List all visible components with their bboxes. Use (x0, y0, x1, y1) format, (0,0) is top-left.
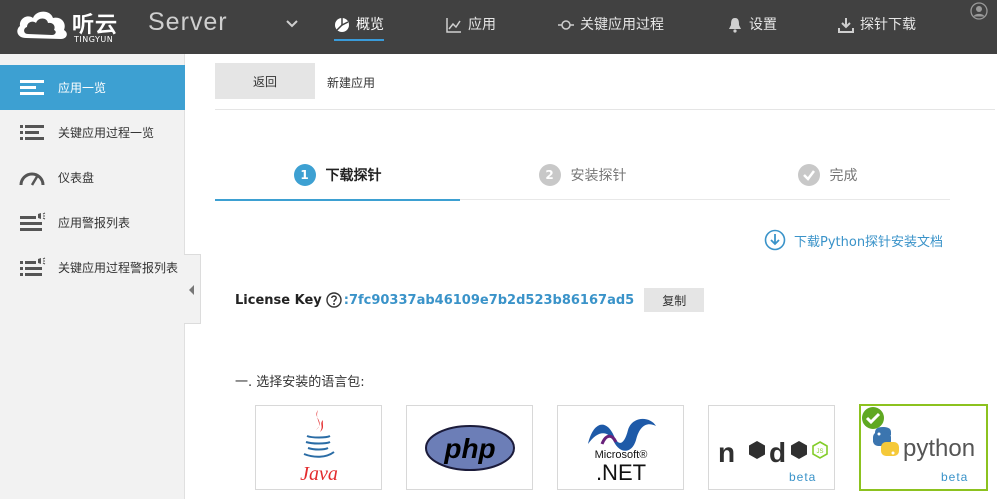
sidebar-item-key-transactions[interactable]: 关键应用过程一览 (0, 110, 185, 155)
svg-text:Java: Java (300, 463, 338, 485)
nav-overview[interactable]: 概览 (334, 15, 384, 41)
download-circle-icon (764, 229, 786, 251)
step-label: 下载探针 (325, 168, 382, 184)
sidebar-item-key-transaction-alerts[interactable]: 关键应用过程警报列表 (0, 245, 185, 290)
step-download-agent[interactable]: 1 下载探针 (215, 150, 460, 201)
sidebar-item-app-alerts[interactable]: 应用警报列表 (0, 200, 185, 245)
step-install-agent[interactable]: 2 安装探针 (460, 150, 705, 200)
page-title: 新建应用 (327, 76, 376, 90)
beta-badge: beta (789, 470, 817, 484)
nav-applications-label: 应用 (468, 17, 496, 33)
gauge-icon (19, 172, 45, 186)
step-number: 2 (538, 164, 561, 186)
nav-agent-download-label: 探针下载 (860, 17, 916, 33)
nav-key-transactions-label: 关键应用过程 (580, 17, 664, 33)
nav-agent-download[interactable]: 探针下载 (838, 15, 916, 41)
license-key-value: 7fc90337ab46109e7b2d523b86167ad5 (348, 292, 635, 308)
bell-icon (729, 18, 741, 33)
list-icon (20, 124, 44, 140)
cloud-logo-icon (17, 11, 67, 39)
chevron-left-icon (189, 285, 194, 295)
key-transaction-icon (558, 20, 574, 30)
overview-icon (335, 18, 349, 32)
language-option-python[interactable]: python beta (860, 405, 987, 490)
top-navbar: 听云 TINGYUN Server 概览 应用 关键应用过程 设置 探针下载 (0, 0, 997, 54)
license-key-label: License Key (235, 292, 322, 308)
sidebar-item-label: 仪表盘 (58, 171, 95, 185)
chart-icon (446, 18, 461, 33)
sidebar-item-label: 关键应用过程警报列表 (58, 261, 179, 275)
chevron-down-icon[interactable] (285, 19, 299, 29)
nav-settings-label: 设置 (749, 17, 777, 33)
step-label: 完成 (829, 168, 858, 184)
svg-text:php: php (443, 433, 495, 464)
nav-applications[interactable]: 应用 (446, 15, 496, 41)
page-toolbar: 返回 新建应用 (215, 63, 995, 110)
sidebar-collapse-toggle[interactable] (184, 254, 201, 324)
license-key-row: License Key : 7fc90337ab46109e7b2d523b86… (235, 288, 705, 312)
dotnet-logo-icon: Microsoft® .NET (588, 418, 656, 485)
selected-check-icon (862, 407, 884, 429)
nav-overview-label: 概览 (356, 17, 384, 33)
alert-list-icon (20, 257, 46, 276)
sidebar-item-app-overview[interactable]: 应用一览 (0, 65, 185, 110)
language-option-nodejs[interactable]: n d JS beta (708, 405, 835, 490)
sidebar-item-dashboard[interactable]: 仪表盘 (0, 155, 185, 200)
product-selector[interactable]: Server (148, 8, 228, 37)
language-section-title: 一. 选择安装的语言包: (235, 375, 365, 390)
language-option-java[interactable]: Java (255, 405, 382, 490)
brand-subtitle: TINGYUN (74, 35, 114, 44)
svg-text:JS: JS (816, 449, 823, 455)
sidebar: 应用一览 关键应用过程一览 仪表盘 应用警报列表 关键应用过程警报列表 (0, 54, 185, 499)
alert-list-icon (20, 212, 46, 231)
php-logo-icon: php (425, 425, 515, 471)
svg-text:n: n (718, 437, 734, 468)
back-button[interactable]: 返回 (215, 63, 315, 99)
language-option-dotnet[interactable]: Microsoft® .NET (557, 405, 684, 490)
wizard-steps: 1 下载探针 2 安装探针 完成 (215, 150, 950, 201)
nav-settings[interactable]: 设置 (727, 15, 777, 41)
svg-text:python: python (903, 435, 975, 462)
beta-badge: beta (941, 470, 969, 484)
tingyun-logo[interactable]: 听云 TINGYUN (14, 6, 134, 48)
user-avatar-icon[interactable] (970, 2, 988, 20)
sidebar-item-label: 关键应用过程一览 (58, 126, 155, 140)
sidebar-item-label: 应用警报列表 (58, 216, 131, 230)
step-number: 1 (293, 164, 316, 186)
language-option-php[interactable]: php (406, 405, 533, 490)
svg-text:.NET: .NET (596, 460, 646, 485)
step-label: 安装探针 (570, 168, 627, 184)
checkmark-icon (797, 164, 820, 186)
nav-key-transactions[interactable]: 关键应用过程 (558, 15, 664, 41)
list-icon (20, 79, 44, 95)
nodejs-logo-icon: n d JS (718, 437, 828, 468)
help-icon[interactable] (326, 292, 342, 308)
doc-link-label: 下载Python探针安装文档 (794, 234, 944, 250)
copy-button[interactable]: 复制 (644, 288, 705, 312)
sidebar-item-label: 应用一览 (58, 81, 107, 95)
java-logo-icon: Java (300, 410, 338, 485)
download-icon (838, 18, 854, 33)
step-complete[interactable]: 完成 (705, 150, 950, 200)
python-install-doc-link[interactable]: 下载Python探针安装文档 (764, 228, 943, 252)
svg-text:d: d (769, 437, 786, 468)
